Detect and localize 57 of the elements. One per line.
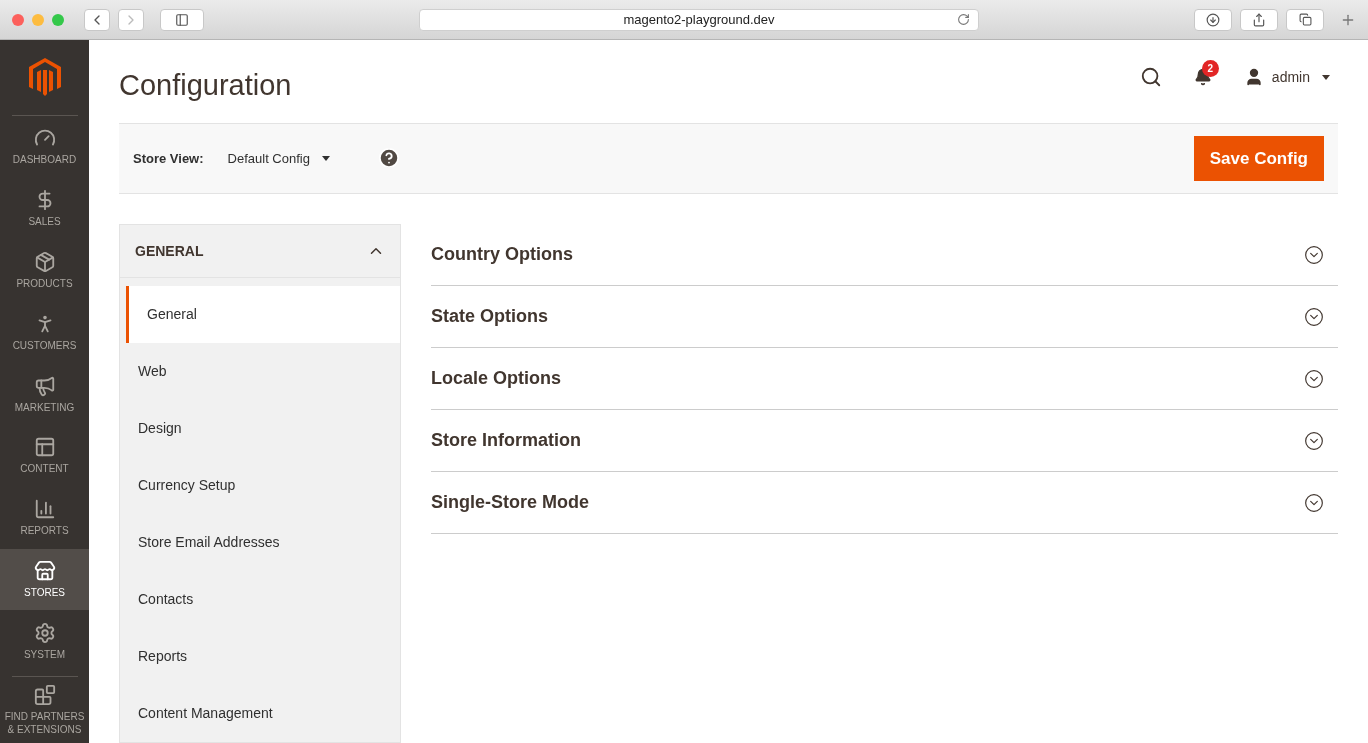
download-button[interactable] xyxy=(1194,8,1232,31)
close-window-button[interactable] xyxy=(12,13,24,26)
notification-badge: 2 xyxy=(1201,60,1219,78)
config-nav-item[interactable]: Content Management xyxy=(120,685,400,742)
config-nav-item[interactable]: Reports xyxy=(120,628,400,685)
sidebar-item[interactable]: DASHBOARD xyxy=(0,115,89,178)
download-icon xyxy=(1206,12,1220,27)
page-title: Configuration xyxy=(119,67,292,103)
config-nav-item[interactable]: Design xyxy=(120,400,400,457)
layout-icon xyxy=(33,436,56,459)
help-icon[interactable] xyxy=(377,147,400,170)
circled-chevron-down-icon xyxy=(1304,306,1324,327)
circled-chevron-down-icon xyxy=(1304,492,1324,513)
circled-chevron-down-icon xyxy=(1304,430,1324,451)
storefront-icon xyxy=(33,560,56,582)
config-group-header[interactable]: Store Information xyxy=(431,410,1338,472)
bricks-icon xyxy=(33,684,56,707)
sidebar-item[interactable]: CONTENT xyxy=(0,424,89,487)
config-group-header[interactable]: Locale Options xyxy=(431,348,1338,410)
config-group-header[interactable]: State Options xyxy=(431,286,1338,348)
bar-chart-icon xyxy=(33,498,56,521)
sidebar-item[interactable]: MARKETING xyxy=(0,363,89,425)
config-nav-item[interactable]: Currency Setup xyxy=(120,457,400,514)
sidebar-item[interactable]: PRODUCTS xyxy=(0,239,89,302)
config-nav-item[interactable]: Web xyxy=(120,343,400,400)
share-button[interactable] xyxy=(1240,8,1278,31)
sidebar-item[interactable]: STORES xyxy=(0,548,89,611)
reload-icon[interactable] xyxy=(957,13,970,26)
config-nav-item[interactable]: Contacts xyxy=(120,571,400,628)
sidebar-item[interactable]: SYSTEM xyxy=(0,610,89,673)
gear-icon xyxy=(33,621,56,644)
back-button[interactable] xyxy=(84,8,110,31)
save-config-button[interactable]: Save Config xyxy=(1193,135,1324,181)
config-group-header[interactable]: Country Options xyxy=(431,224,1338,286)
sidebar-toggle-button[interactable] xyxy=(160,8,204,31)
sidebar-item[interactable]: CUSTOMERS xyxy=(0,301,89,364)
search-icon[interactable] xyxy=(1139,66,1162,89)
sidebar-item[interactable]: REPORTS xyxy=(0,486,89,549)
share-icon xyxy=(1252,12,1266,27)
store-view-dropdown[interactable]: Default Config xyxy=(227,148,330,169)
sidebar-icon xyxy=(175,12,189,27)
section-header[interactable]: GENERAL xyxy=(120,225,400,278)
circled-chevron-down-icon xyxy=(1304,368,1324,389)
store-view-label: Store View: xyxy=(133,149,204,168)
sidebar-item[interactable]: FIND PARTNERS & EXTENSIONS xyxy=(0,677,89,743)
circled-chevron-down-icon xyxy=(1304,244,1324,265)
sidebar-item[interactable]: SALES xyxy=(0,177,89,240)
tabs-icon xyxy=(1298,13,1312,26)
user-menu[interactable]: admin xyxy=(1243,66,1330,88)
tabs-button[interactable] xyxy=(1286,8,1324,31)
config-group-header[interactable]: Single-Store Mode xyxy=(431,472,1338,534)
megaphone-icon xyxy=(33,374,56,397)
box-icon xyxy=(33,250,56,273)
logo-icon[interactable] xyxy=(28,58,61,97)
address-bar[interactable]: magento2-playground.dev xyxy=(419,8,979,31)
config-nav-item[interactable]: General xyxy=(126,286,400,343)
config-nav-item[interactable]: Store Email Addresses xyxy=(120,514,400,571)
